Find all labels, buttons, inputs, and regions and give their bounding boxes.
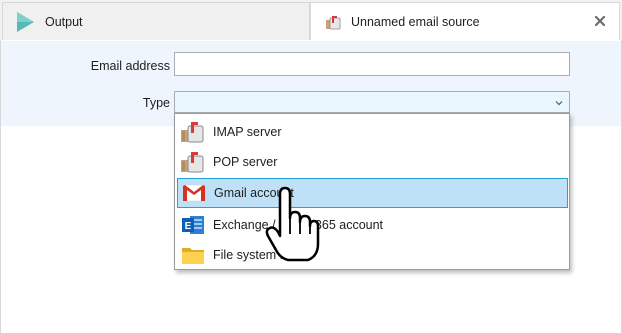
type-dropdown-list: IMAP server POP server Gmail account E E… xyxy=(174,113,570,270)
mailbox-icon xyxy=(180,150,206,174)
option-label: File system folder xyxy=(213,248,311,262)
mailbox-icon xyxy=(180,120,206,144)
svg-text:E: E xyxy=(185,221,192,232)
exchange-icon: E xyxy=(180,213,206,237)
tab-email-source-label: Unnamed email source xyxy=(351,14,480,29)
play-icon xyxy=(15,11,35,33)
option-label: IMAP server xyxy=(213,125,282,139)
mailbox-icon xyxy=(325,14,341,30)
type-select[interactable] xyxy=(174,91,570,113)
option-imap-server[interactable]: IMAP server xyxy=(177,117,568,147)
tab-output-label: Output xyxy=(45,14,83,29)
gmail-icon xyxy=(181,181,207,205)
option-label: Gmail account xyxy=(214,186,294,200)
option-file-system-folder[interactable]: File system folder xyxy=(177,240,568,270)
option-pop-server[interactable]: POP server xyxy=(177,147,568,177)
folder-icon xyxy=(180,243,206,267)
option-exchange-account[interactable]: E Exchange / Office 365 account xyxy=(177,210,568,240)
tab-output[interactable]: Output xyxy=(2,2,310,40)
option-gmail-account[interactable]: Gmail account xyxy=(177,178,568,208)
close-tab-icon[interactable] xyxy=(593,14,607,28)
email-address-input[interactable] xyxy=(174,52,570,76)
tab-email-source[interactable]: Unnamed email source xyxy=(310,2,620,40)
chevron-down-icon xyxy=(554,97,564,107)
tab-strip: Output Unnamed email source xyxy=(0,0,622,40)
option-label: Exchange / Office 365 account xyxy=(213,218,384,232)
type-label: Type xyxy=(142,96,170,110)
email-address-label: Email address xyxy=(90,59,170,73)
option-label: POP server xyxy=(213,155,278,169)
